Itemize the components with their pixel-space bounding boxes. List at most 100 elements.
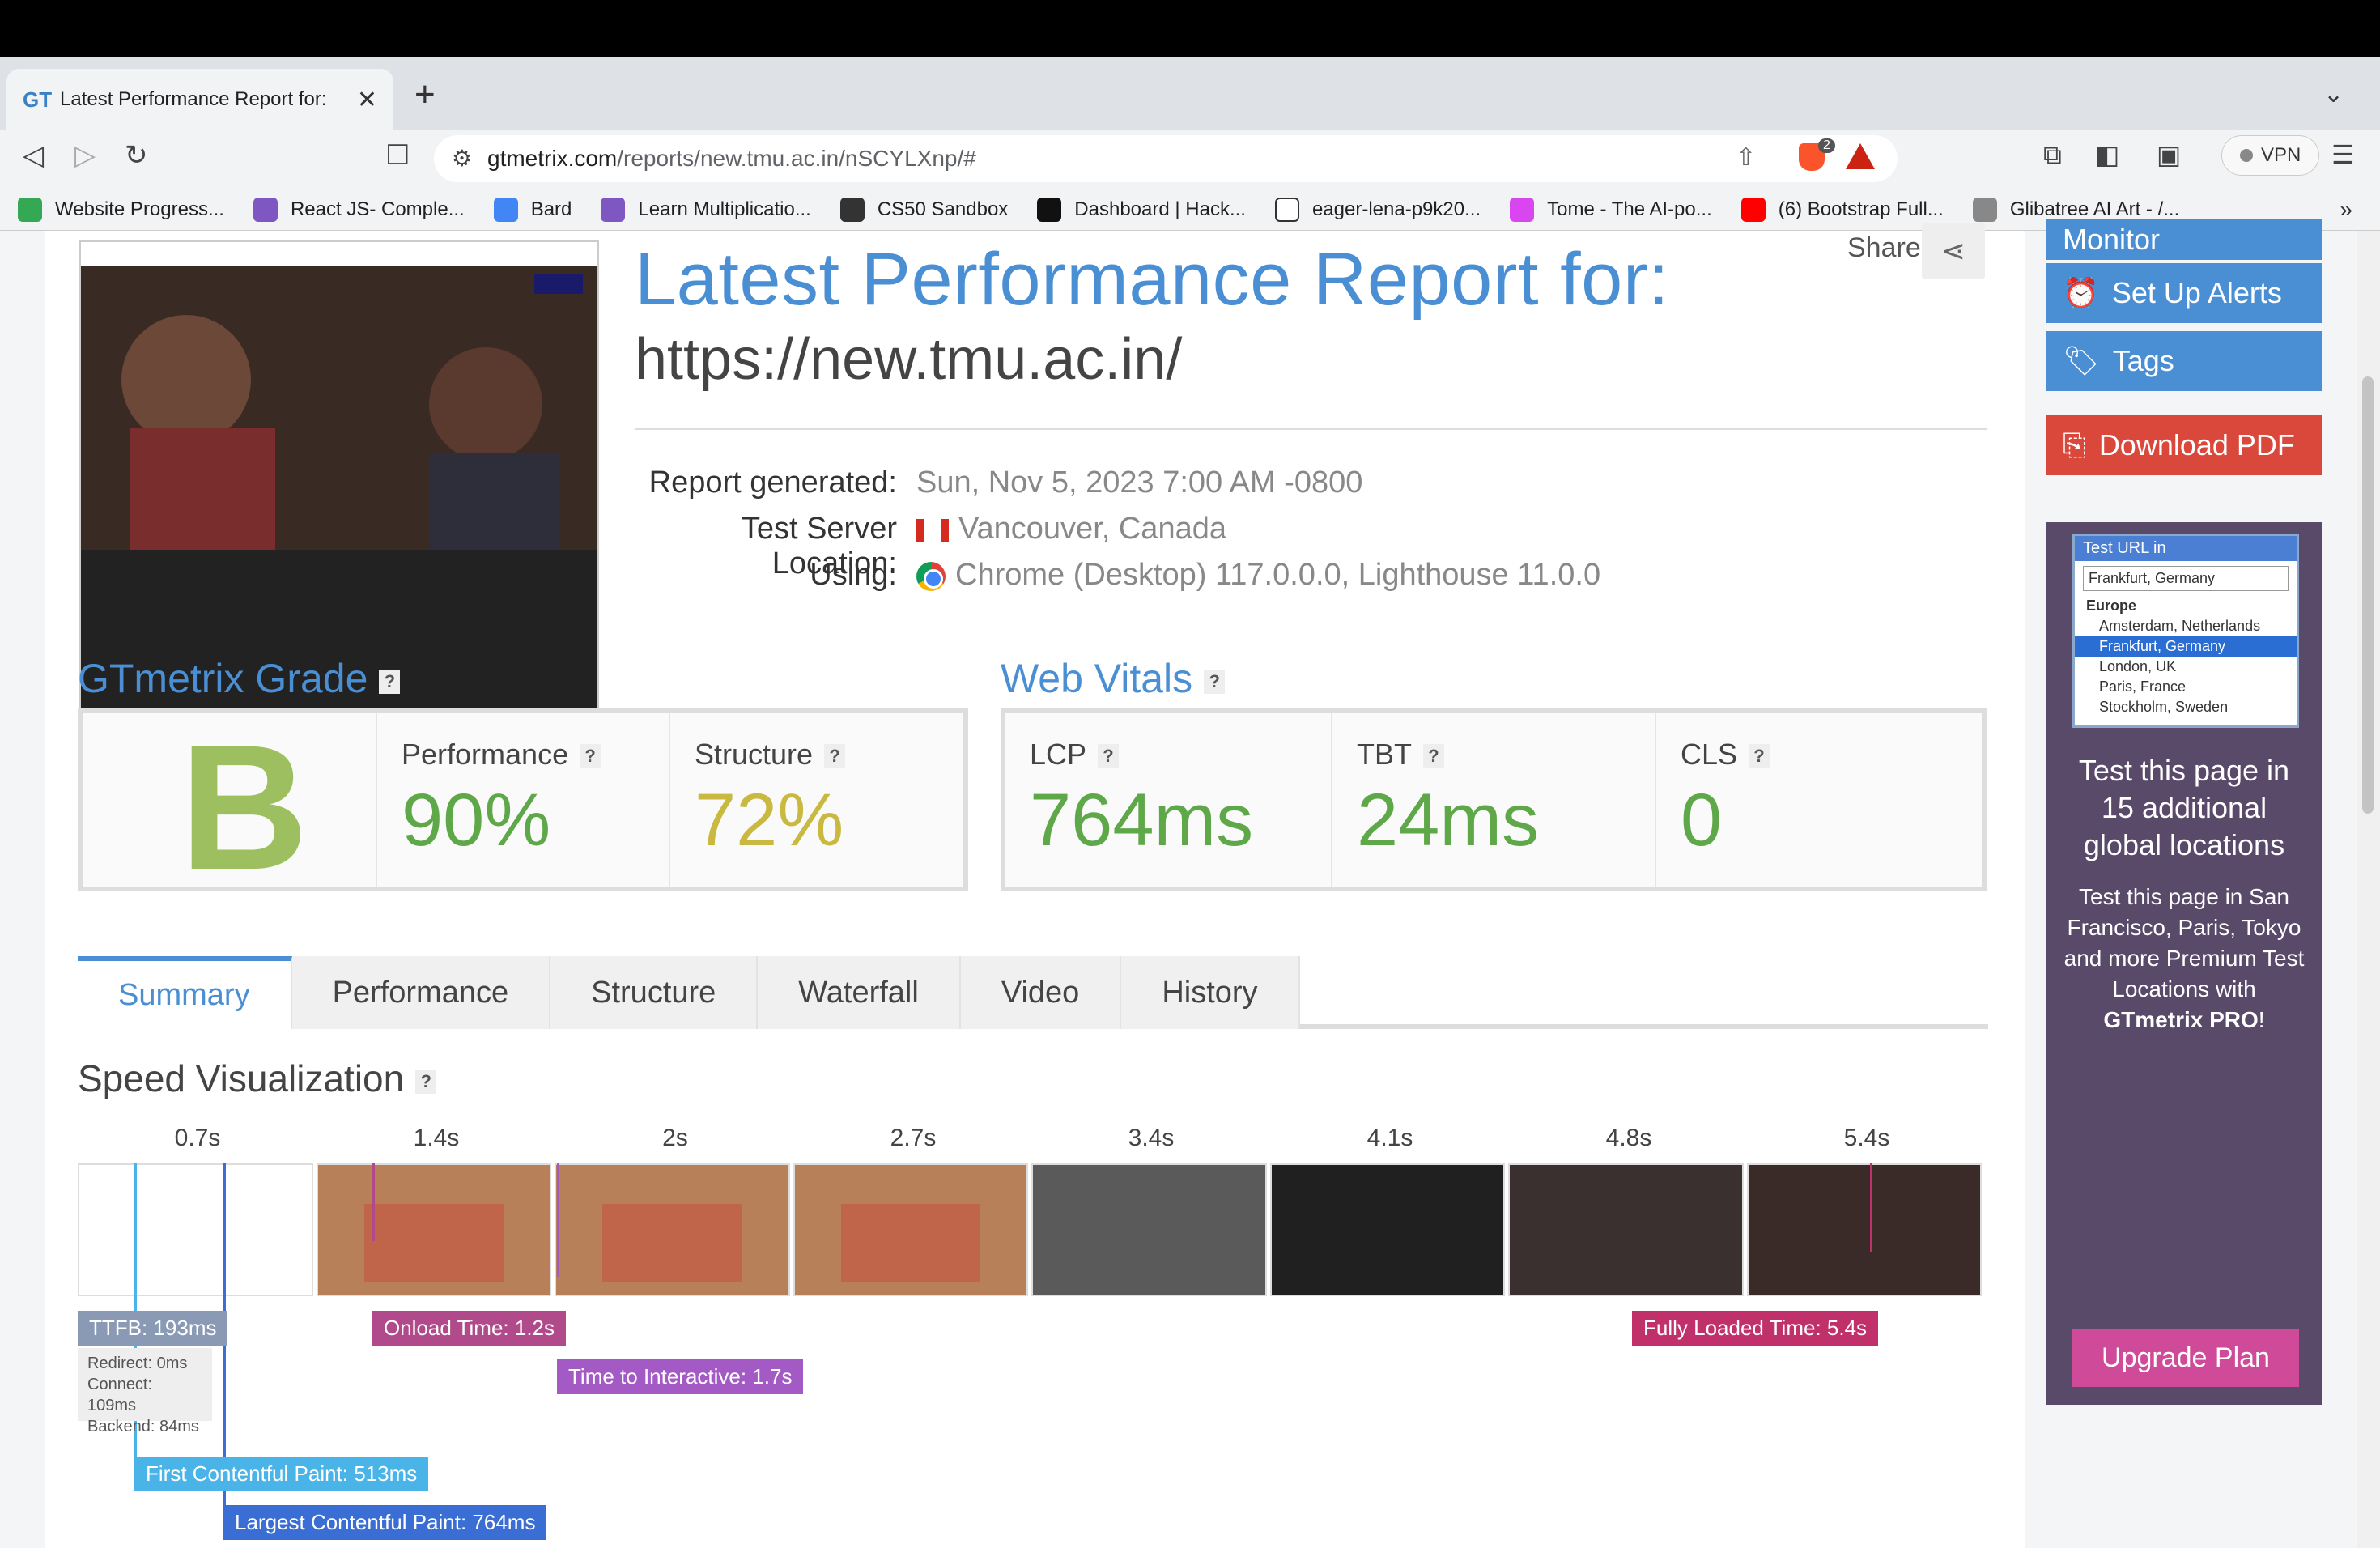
bookmark-item[interactable]: eager-lena-p9k20... [1274,197,1481,222]
promo-shot-item: Stockholm, Sweden [2099,699,2229,715]
tab-video[interactable]: Video [960,956,1122,1029]
download-pdf-button[interactable]: ⎘ Download PDF [2046,415,2322,475]
bookmark-favicon-icon [1972,197,1997,222]
structure-cell: Structure? 72% [670,713,963,887]
bookmark-favicon-icon [253,197,278,222]
vpn-status-icon [2240,149,2253,162]
bookmark-label: React JS- Comple... [290,198,465,220]
bookmark-item[interactable]: Dashboard | Hack... [1037,197,1246,222]
tags-button[interactable]: 🏷 Tags [2046,331,2322,391]
tti-marker-line [557,1163,559,1277]
browser-tab[interactable]: GT Latest Performance Report for: ✕ [6,69,393,130]
time-tick-label: 5.4s [1843,1125,1890,1151]
back-icon[interactable]: ◁ [23,142,44,169]
ttfb-label: TTFB: 193ms [78,1311,228,1346]
tab-waterfall[interactable]: Waterfall [758,956,961,1029]
menu-icon[interactable]: ☰ [2331,142,2355,168]
performance-cell: Performance? 90% [377,713,670,887]
upgrade-plan-button[interactable]: Upgrade Plan [2072,1329,2299,1387]
tti-label: Time to Interactive: 1.7s [557,1359,804,1394]
promo-text: Test this page in San Francisco, Paris, … [2063,884,2305,1032]
building-image [602,1204,742,1282]
help-icon[interactable]: ? [415,1069,437,1094]
reload-icon[interactable]: ↻ [125,142,148,169]
promo-shot-item: Amsterdam, Netherlands [2099,618,2261,634]
bookmark-label: (6) Bootstrap Full... [1778,198,1944,220]
vitals-box: LCP? 764ms TBT? 24ms CLS? 0 [1001,708,1987,891]
url-host: gtmetrix.com [487,146,618,171]
bookmark-item[interactable]: React JS- Comple... [253,197,465,222]
help-icon[interactable]: ? [1423,744,1444,769]
tbt-label: TBT [1357,738,1412,771]
using-row: Using: Chrome (Desktop) 117.0.0.0, Light… [635,558,2011,593]
shields-count-badge: 2 [1818,138,1835,153]
fully-loaded-label: Fully Loaded Time: 5.4s [1632,1311,1879,1346]
address-bar[interactable]: ⚙ gtmetrix.com/reports/new.tmu.ac.in/nSC… [434,135,1898,182]
ttfb-connect: Connect: 109ms [87,1376,153,1414]
cls-value: 0 [1681,779,1723,861]
site-settings-icon[interactable]: ⚙ [452,145,472,172]
close-tab-icon[interactable]: ✕ [357,86,377,114]
using-value: Chrome (Desktop) 117.0.0.0, Lighthouse 1… [955,558,1601,592]
tab-title: Latest Performance Report for: [60,88,327,110]
cls-cell: CLS? 0 [1656,713,1982,887]
help-icon[interactable]: ? [1749,744,1770,769]
bookmark-item[interactable]: Tome - The AI-po... [1510,197,1712,222]
bookmark-favicon-icon [1740,197,1766,222]
promo-shot-group: Europe [2086,598,2137,614]
share-label: Share [1847,232,1921,263]
bookmark-favicon-icon [1510,197,1535,222]
building-image [840,1204,980,1282]
set-up-alerts-button[interactable]: ⏰ Set Up Alerts [2046,263,2322,323]
bookmark-item[interactable]: (6) Bootstrap Full... [1740,197,1944,222]
share-page-icon[interactable]: ⇧ [1736,143,1756,172]
help-icon[interactable]: ? [1098,744,1120,769]
vpn-button[interactable]: VPN [2221,135,2320,176]
more-bookmarks-icon[interactable]: » [2340,197,2352,223]
chrome-icon [916,561,946,591]
bookmark-favicon-icon [1037,197,1062,222]
tab-structure[interactable]: Structure [550,956,759,1029]
bookmarks-bar: Website Progress... React JS- Comple... Ba… [0,189,2380,231]
tab-history[interactable]: History [1121,956,1300,1029]
web-vitals-title: Web Vitals? [1001,655,1226,702]
structure-label: Structure [695,738,814,771]
tab-search-chevron-icon[interactable]: ⌄ [2323,80,2344,108]
performance-value: 90% [402,779,551,861]
help-icon[interactable]: ? [824,744,846,769]
help-icon[interactable]: ? [580,744,601,769]
tab-performance[interactable]: Performance [291,956,551,1029]
bookmark-item[interactable]: CS50 Sandbox [839,197,1008,222]
ttfb-breakdown: Redirect: 0ms Connect: 109ms Backend: 84… [78,1348,212,1435]
sidebar-toggle-icon[interactable]: ◧ [2095,142,2119,168]
brave-rewards-icon[interactable] [1846,143,1875,169]
share-icon[interactable]: ⋖ [1922,223,1985,279]
new-tab-icon[interactable]: + [414,77,436,113]
filmstrip-frame [1269,1163,1505,1296]
bookmark-item[interactable]: Glibatree AI Art - /... [1972,197,2179,222]
forward-icon[interactable]: ▷ [74,142,96,169]
building-image [363,1204,504,1282]
bookmark-icon[interactable]: ☐ [385,142,410,169]
wallet-icon[interactable]: ▣ [2157,142,2181,168]
bookmark-item[interactable]: Bard [493,197,572,222]
bookmark-item[interactable]: Website Progress... [18,197,224,222]
help-icon[interactable]: ? [379,669,401,694]
scrollbar-thumb[interactable] [2362,376,2374,814]
time-tick-label: 2.7s [890,1125,937,1151]
time-tick-label: 4.8s [1605,1125,1652,1151]
lcp-label: LCP [1030,738,1087,771]
bookmark-favicon-icon [601,197,626,222]
pdf-icon: ⎘ [2063,427,2086,461]
canada-flag-icon [916,518,949,542]
ttfb-redirect: Redirect: 0ms [87,1354,188,1372]
promo-headline: Test this page in 15 additional global l… [2078,754,2290,861]
report-tabs: Summary Performance Structure Waterfall Vide… [78,956,1988,1029]
tab-summary[interactable]: Summary [78,956,292,1029]
help-icon[interactable]: ? [1204,669,1226,694]
extensions-icon[interactable]: ⧉ [2043,142,2062,168]
lcp-value: 764ms [1030,779,1254,861]
scrollbar[interactable] [2357,231,2380,1548]
monitor-button[interactable]: Monitor [2046,219,2322,260]
bookmark-item[interactable]: Learn Multiplicatio... [601,197,811,222]
